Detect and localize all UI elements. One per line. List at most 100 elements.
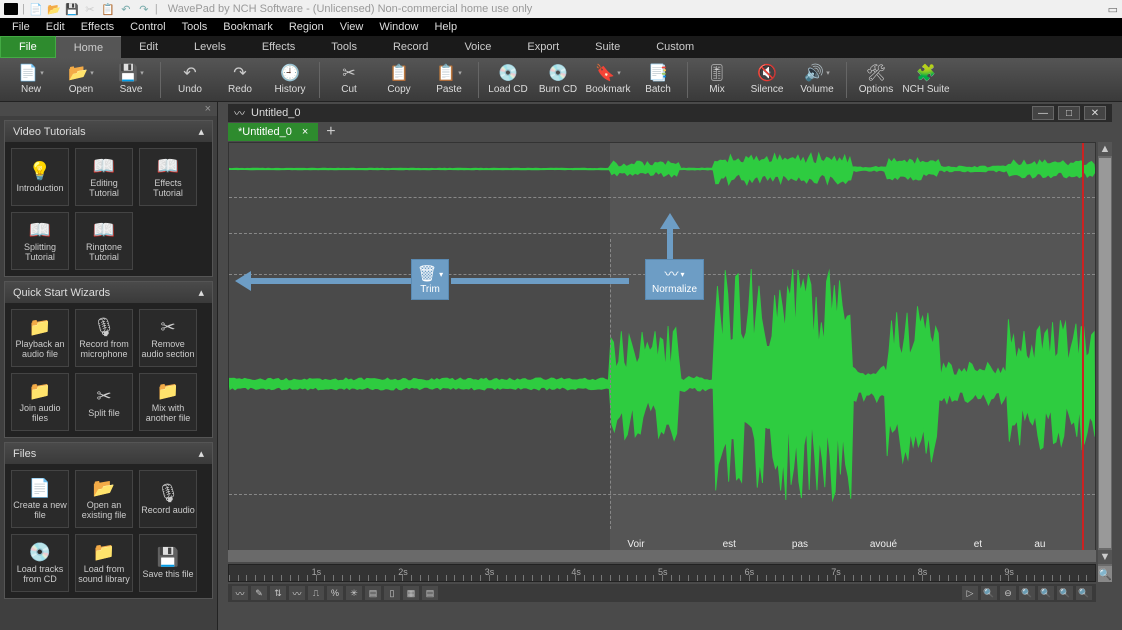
cut-button[interactable]: ✂Cut <box>324 60 374 100</box>
panel-item[interactable]: 📁Join audio files <box>11 373 69 431</box>
tool-icon[interactable]: ▤ <box>422 586 438 600</box>
side-panel-close[interactable]: × <box>0 102 217 116</box>
open-button[interactable]: 📂▾Open <box>56 60 106 100</box>
menu-region[interactable]: Region <box>281 19 332 35</box>
trim-callout[interactable]: 🗑▾ Trim <box>411 259 449 300</box>
menu-help[interactable]: Help <box>426 19 465 35</box>
document-tab-add[interactable]: + <box>320 123 341 141</box>
tool-icon[interactable]: ⇅ <box>270 586 286 600</box>
tool-icon[interactable]: % <box>327 586 343 600</box>
tool-icon[interactable]: ▦ <box>403 586 419 600</box>
qat-redo-icon[interactable]: ↷ <box>137 2 151 16</box>
panel-item[interactable]: 📁Load from sound library <box>75 534 133 592</box>
document-tab-close-icon[interactable]: × <box>302 126 308 138</box>
mix-button[interactable]: 🎚Mix <box>692 60 742 100</box>
qat-copy-icon[interactable]: 📋 <box>101 2 115 16</box>
menu-effects[interactable]: Effects <box>73 19 122 35</box>
tab-edit[interactable]: Edit <box>121 36 176 58</box>
tab-custom[interactable]: Custom <box>638 36 712 58</box>
tab-suite[interactable]: Suite <box>577 36 638 58</box>
playhead-cursor[interactable] <box>1082 143 1084 559</box>
new-button[interactable]: 📄▾New <box>6 60 56 100</box>
region-label[interactable]: avoué <box>870 539 897 550</box>
panel-item[interactable]: ✂Remove audio section <box>139 309 197 367</box>
region-label[interactable]: et <box>974 539 982 550</box>
panel-header-video-tutorials[interactable]: Video Tutorials▴ <box>5 121 212 142</box>
zoom-icon[interactable]: 🔍 <box>981 586 997 600</box>
menu-file[interactable]: File <box>4 19 38 35</box>
panel-header-quick-start-wizards[interactable]: Quick Start Wizards▴ <box>5 282 212 303</box>
vertical-scrollbar[interactable]: ▲ ▼ 🔍 <box>1098 142 1112 582</box>
bookmark-button[interactable]: 🔖▾Bookmark <box>583 60 633 100</box>
cloud-icon[interactable]: ▭ <box>1108 3 1118 16</box>
scroll-up-icon[interactable]: ▲ <box>1098 142 1112 156</box>
tab-tools[interactable]: Tools <box>313 36 375 58</box>
copy-button[interactable]: 📋Copy <box>374 60 424 100</box>
region-label[interactable]: est <box>723 539 736 550</box>
history-button[interactable]: 🕘History <box>265 60 315 100</box>
zoom-icon[interactable]: ⊖ <box>1000 586 1016 600</box>
zoom-vertical-icon[interactable]: 🔍 <box>1098 566 1112 582</box>
menu-control[interactable]: Control <box>122 19 173 35</box>
panel-item[interactable]: 📁Playback an audio file <box>11 309 69 367</box>
scroll-down-icon[interactable]: ▼ <box>1098 550 1112 564</box>
panel-item[interactable]: 💡Introduction <box>11 148 69 206</box>
paste-button[interactable]: 📋▾Paste <box>424 60 474 100</box>
menu-bookmark[interactable]: Bookmark <box>215 19 281 35</box>
panel-item[interactable]: 📖Effects Tutorial <box>139 148 197 206</box>
qat-new-icon[interactable]: 📄 <box>29 2 43 16</box>
burn-cd-button[interactable]: 💿Burn CD <box>533 60 583 100</box>
qat-open-icon[interactable]: 📂 <box>47 2 61 16</box>
panel-item[interactable]: ✂Split file <box>75 373 133 431</box>
panel-item[interactable]: 📖Ringtone Tutorial <box>75 212 133 270</box>
tool-icon[interactable]: ▯ <box>384 586 400 600</box>
batch-button[interactable]: 📑Batch <box>633 60 683 100</box>
tab-voice[interactable]: Voice <box>446 36 509 58</box>
qat-save-icon[interactable]: 💾 <box>65 2 79 16</box>
panel-item[interactable]: 📖Editing Tutorial <box>75 148 133 206</box>
region-label[interactable]: Voir <box>627 539 644 550</box>
panel-header-files[interactable]: Files▴ <box>5 443 212 464</box>
tool-icon[interactable]: ⎍ <box>308 586 324 600</box>
panel-item[interactable]: 💿Load tracks from CD <box>11 534 69 592</box>
tab-export[interactable]: Export <box>509 36 577 58</box>
zoom-icon[interactable]: ▷ <box>962 586 978 600</box>
menu-window[interactable]: Window <box>371 19 426 35</box>
volume-button[interactable]: 🔊▾Volume <box>792 60 842 100</box>
save-button[interactable]: 💾▾Save <box>106 60 156 100</box>
tool-icon[interactable]: 〰 <box>289 586 305 600</box>
tab-effects[interactable]: Effects <box>244 36 313 58</box>
zoom-icon[interactable]: 🔍 <box>1057 586 1073 600</box>
panel-item[interactable]: 📁Mix with another file <box>139 373 197 431</box>
tool-icon[interactable]: ✳ <box>346 586 362 600</box>
redo-button[interactable]: ↷Redo <box>215 60 265 100</box>
region-label[interactable]: pas <box>792 539 808 550</box>
waveform-overview[interactable] <box>229 149 1095 189</box>
normalize-callout[interactable]: 〰▾ Normalize <box>645 259 704 300</box>
qat-undo-icon[interactable]: ↶ <box>119 2 133 16</box>
tool-icon[interactable]: ▤ <box>365 586 381 600</box>
options-button[interactable]: 🛠Options <box>851 60 901 100</box>
panel-item[interactable]: 📄Create a new file <box>11 470 69 528</box>
zoom-icon[interactable]: 🔍 <box>1038 586 1054 600</box>
zoom-icon[interactable]: 🔍 <box>1076 586 1092 600</box>
qat-cut-icon[interactable]: ✂ <box>83 2 97 16</box>
panel-item[interactable]: 🎙Record audio <box>139 470 197 528</box>
time-ruler[interactable]: 1s2s3s4s5s6s7s8s9s <box>228 564 1096 582</box>
panel-item[interactable]: 💾Save this file <box>139 534 197 592</box>
panel-item[interactable]: 📂Open an existing file <box>75 470 133 528</box>
load-cd-button[interactable]: 💿Load CD <box>483 60 533 100</box>
doc-close-button[interactable]: ✕ <box>1084 106 1106 120</box>
scrollbar-thumb[interactable] <box>1099 158 1111 548</box>
tab-record[interactable]: Record <box>375 36 446 58</box>
tool-icon[interactable]: ✎ <box>251 586 267 600</box>
silence-button[interactable]: 🔇Silence <box>742 60 792 100</box>
tab-file[interactable]: File <box>0 36 56 58</box>
tab-levels[interactable]: Levels <box>176 36 244 58</box>
tab-home[interactable]: Home <box>56 36 121 58</box>
menu-edit[interactable]: Edit <box>38 19 73 35</box>
horizontal-scrollbar[interactable] <box>228 550 1096 562</box>
undo-button[interactable]: ↶Undo <box>165 60 215 100</box>
doc-minimize-button[interactable]: — <box>1032 106 1054 120</box>
panel-item[interactable]: 🎙Record from microphone <box>75 309 133 367</box>
